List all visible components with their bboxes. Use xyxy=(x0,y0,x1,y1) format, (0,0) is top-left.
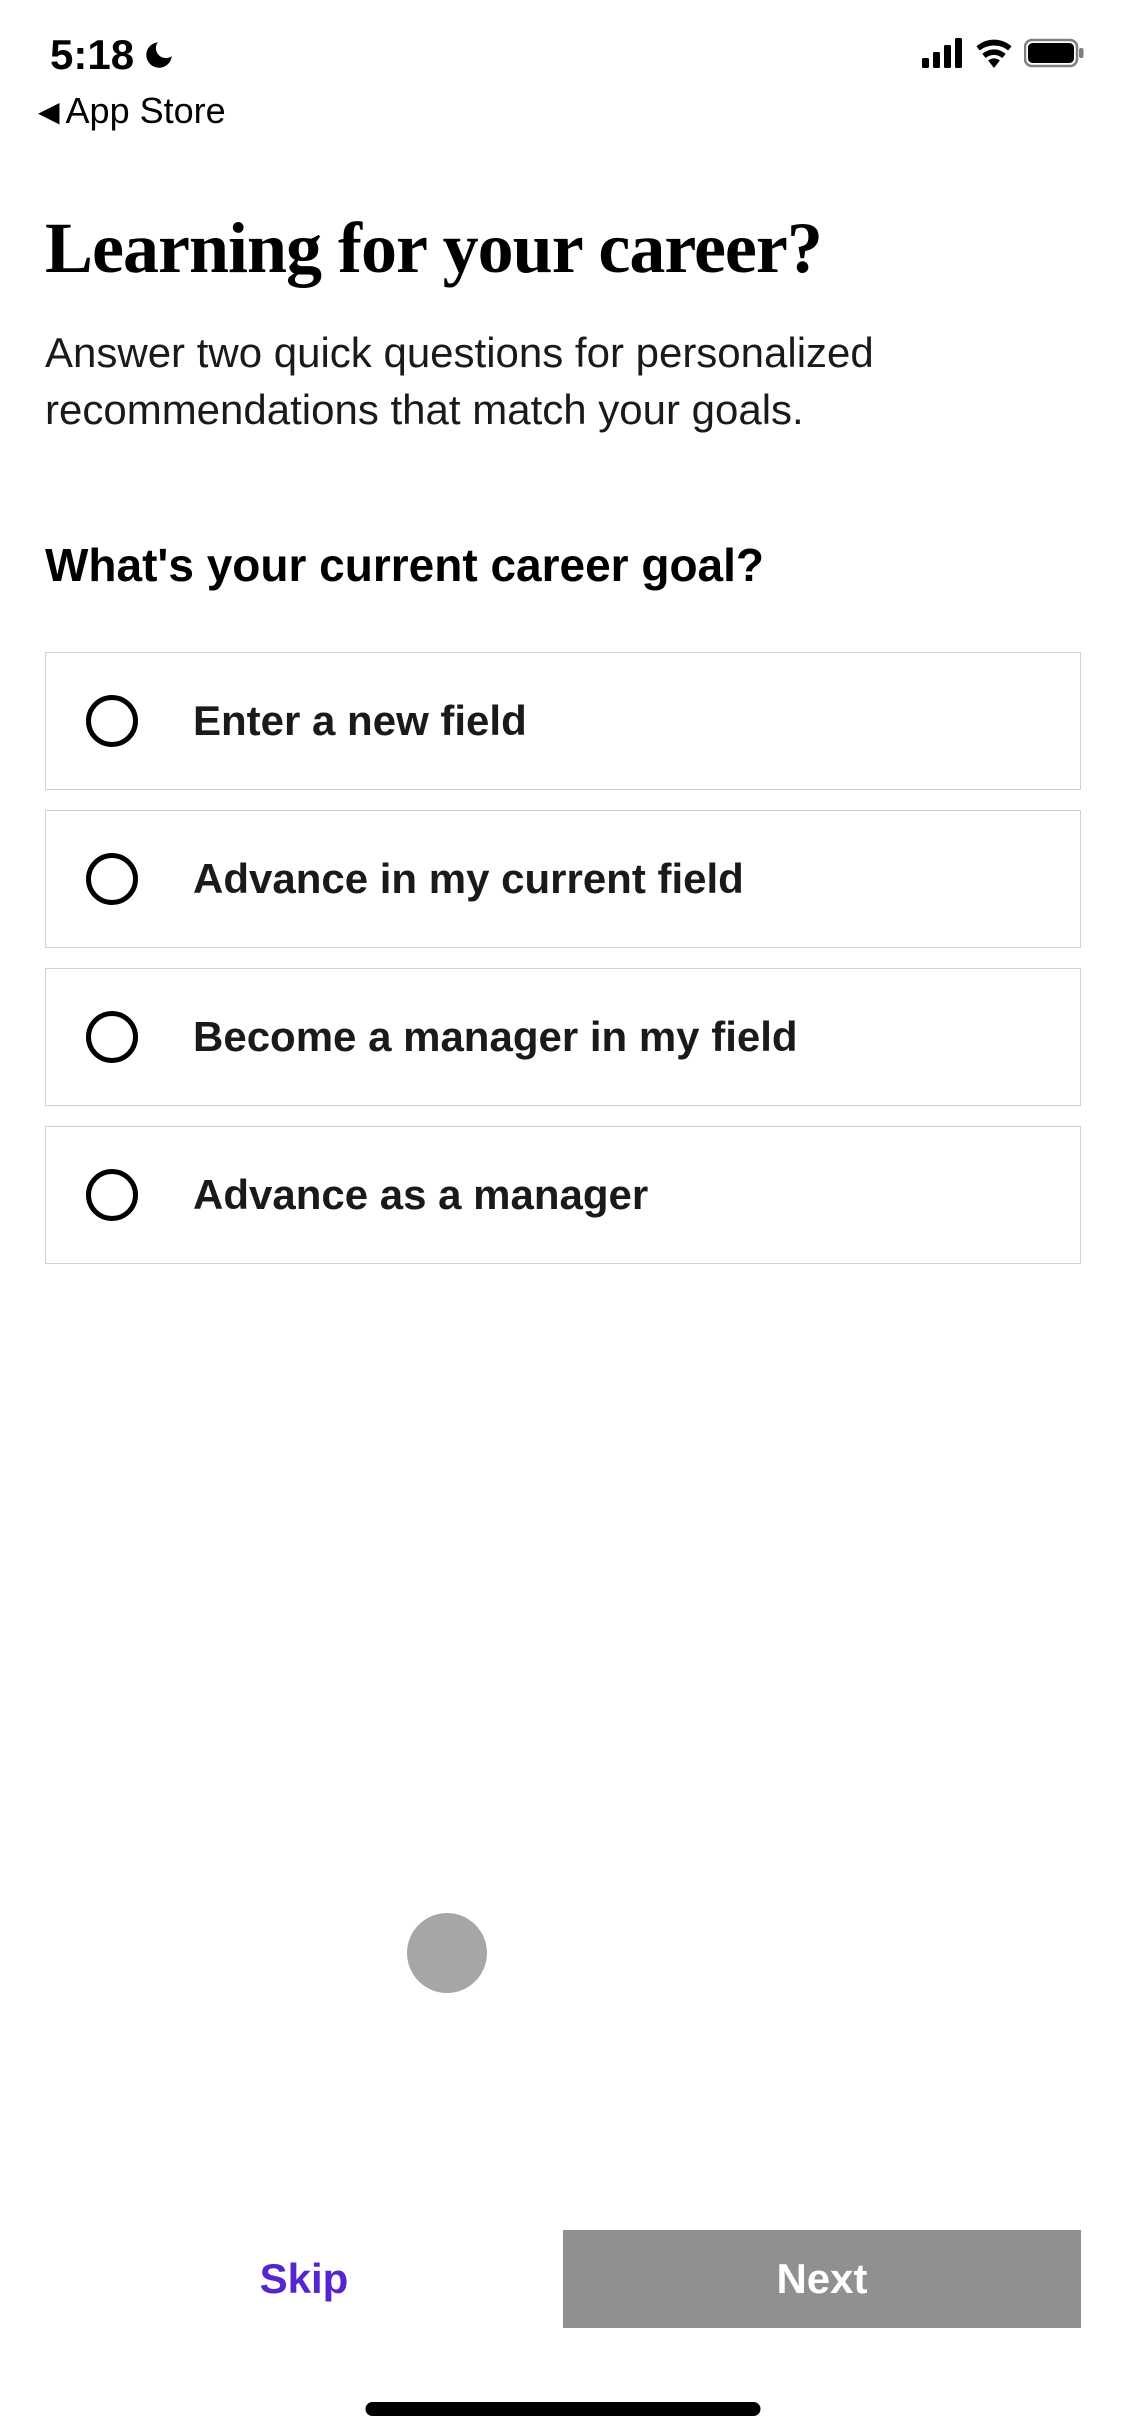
option-label: Advance in my current field xyxy=(193,855,744,903)
option-label: Advance as a manager xyxy=(193,1171,648,1219)
skip-button[interactable]: Skip xyxy=(45,2230,563,2328)
option-become-manager[interactable]: Become a manager in my field xyxy=(45,968,1081,1106)
page-subtitle: Answer two quick questions for personali… xyxy=(45,325,1081,438)
back-to-app-store[interactable]: ◀ App Store xyxy=(0,90,1126,147)
page-title: Learning for your career? xyxy=(45,207,1081,290)
home-indicator[interactable] xyxy=(366,2402,761,2416)
option-label: Become a manager in my field xyxy=(193,1013,798,1061)
question-label: What's your current career goal? xyxy=(45,538,1081,592)
wifi-icon xyxy=(974,38,1014,73)
back-label: App Store xyxy=(66,90,226,132)
footer-actions: Skip Next xyxy=(0,2230,1126,2328)
status-bar: 5:18 xyxy=(0,0,1126,90)
option-label: Enter a new field xyxy=(193,697,527,745)
status-time: 5:18 xyxy=(50,31,134,79)
radio-icon xyxy=(86,1169,138,1221)
radio-icon xyxy=(86,1011,138,1063)
status-bar-right xyxy=(922,38,1086,73)
radio-icon xyxy=(86,853,138,905)
radio-icon xyxy=(86,695,138,747)
options-list: Enter a new field Advance in my current … xyxy=(45,652,1081,1264)
option-advance-as-manager[interactable]: Advance as a manager xyxy=(45,1126,1081,1264)
back-chevron-icon: ◀ xyxy=(38,95,60,128)
main-content: Learning for your career? Answer two qui… xyxy=(0,147,1126,1264)
battery-icon xyxy=(1024,38,1086,73)
touch-indicator xyxy=(407,1913,487,1993)
cellular-signal-icon xyxy=(922,38,964,73)
option-advance-current-field[interactable]: Advance in my current field xyxy=(45,810,1081,948)
next-button[interactable]: Next xyxy=(563,2230,1081,2328)
moon-icon xyxy=(142,38,176,72)
option-enter-new-field[interactable]: Enter a new field xyxy=(45,652,1081,790)
status-bar-left: 5:18 xyxy=(50,31,176,79)
